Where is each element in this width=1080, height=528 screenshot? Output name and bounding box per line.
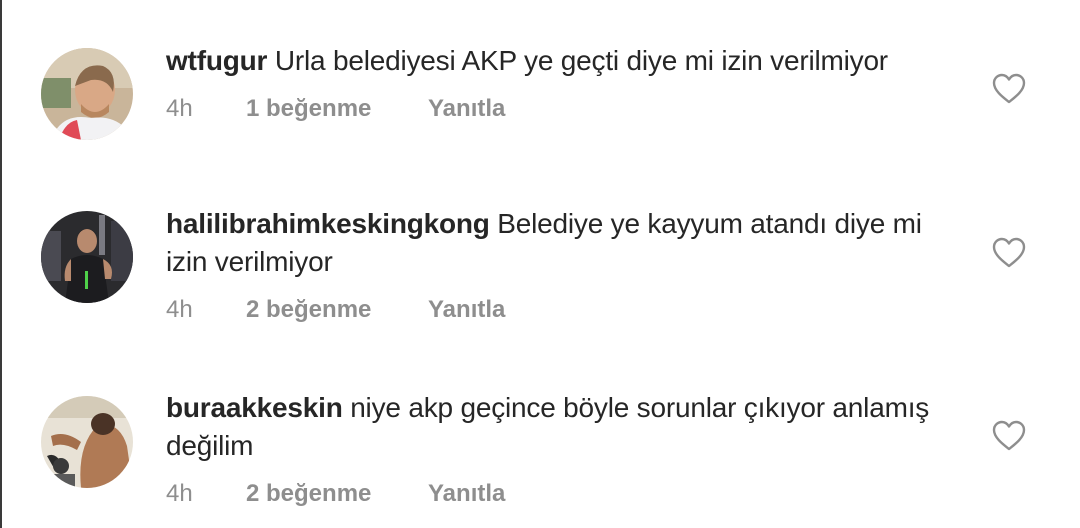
comment-meta: 4h 1 beğenme Yanıtla <box>166 94 966 124</box>
like-button[interactable] <box>992 73 1026 105</box>
comment-timestamp: 4h <box>166 296 193 323</box>
comment-meta: 4h 2 beğenme Yanıtla <box>166 479 966 509</box>
avatar[interactable] <box>41 48 133 140</box>
user-avatar-photo-icon <box>41 48 133 140</box>
window-left-border <box>0 0 2 528</box>
like-button[interactable] <box>992 420 1026 452</box>
reply-button[interactable]: Yanıtla <box>428 295 505 325</box>
reply-button[interactable]: Yanıtla <box>428 479 505 509</box>
comment-meta: 4h 2 beğenme Yanıtla <box>166 295 966 325</box>
like-button[interactable] <box>992 237 1026 269</box>
avatar[interactable] <box>41 396 133 488</box>
comment-username[interactable]: wtfugur <box>166 45 267 76</box>
heart-outline-icon <box>992 237 1026 268</box>
comment-text: halilibrahimkeskingkong Belediye ye kayy… <box>166 205 966 281</box>
comment-timestamp: 4h <box>166 95 193 122</box>
comment-likes-link[interactable]: 1 beğenme <box>246 94 371 124</box>
avatar[interactable] <box>41 211 133 303</box>
comment-likes-link[interactable]: 2 beğenme <box>246 295 371 325</box>
reply-button[interactable]: Yanıtla <box>428 94 505 124</box>
user-avatar-photo-icon <box>41 211 133 303</box>
comment-username[interactable]: halilibrahimkeskingkong <box>166 208 490 239</box>
user-avatar-photo-icon <box>41 396 133 488</box>
heart-outline-icon <box>992 420 1026 451</box>
comment-text: buraakkeskin niye akp geçince böyle soru… <box>166 389 966 465</box>
comment-likes-link[interactable]: 2 beğenme <box>246 479 371 509</box>
comment-timestamp: 4h <box>166 480 193 507</box>
heart-outline-icon <box>992 73 1026 104</box>
comment-body: Urla belediyesi AKP ye geçti diye mi izi… <box>274 45 888 76</box>
comment-text: wtfugur Urla belediyesi AKP ye geçti diy… <box>166 42 966 80</box>
comment-username[interactable]: buraakkeskin <box>166 392 343 423</box>
